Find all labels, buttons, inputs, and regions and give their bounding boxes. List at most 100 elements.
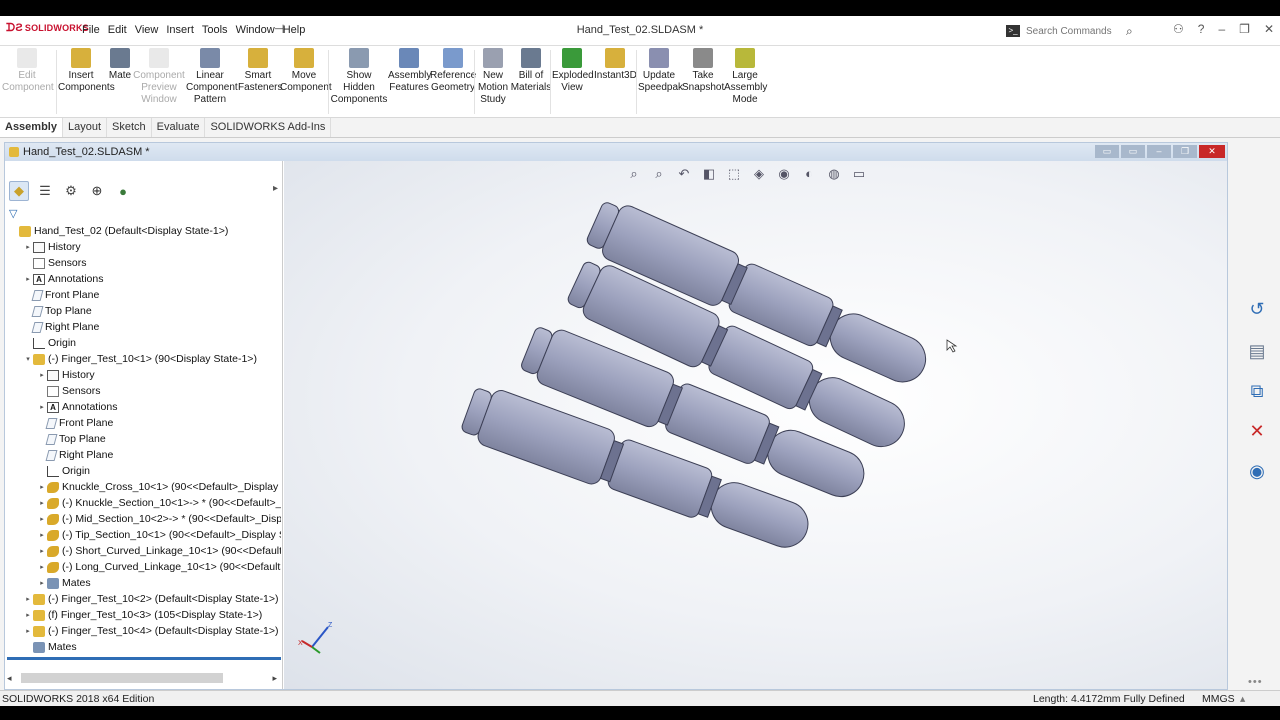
tab-evaluate[interactable]: Evaluate	[152, 118, 206, 137]
feature-manager-tab-icon[interactable]: ◆	[9, 181, 29, 201]
user-icon[interactable]: ⚇	[1173, 22, 1184, 36]
edit-component-button[interactable]: Edit Component	[2, 48, 54, 94]
sw-resources-icon[interactable]: ↺	[1246, 298, 1268, 320]
tree-item[interactable]: ▸ (-) Mid_Section_10<2>-> * (90<<Default>…	[37, 511, 281, 527]
tree-item[interactable]: ▸ (-) Knuckle_Section_10<1>-> * (90<<Defa…	[37, 495, 281, 511]
linear-pattern-button[interactable]: Linear Component Pattern	[186, 48, 238, 106]
display-manager-tab-icon[interactable]: ●	[113, 181, 133, 201]
search-input[interactable]	[1026, 25, 1126, 37]
doc-close-icon[interactable]: ✕	[1199, 145, 1225, 158]
doc-restore-icon[interactable]: ❐	[1173, 145, 1197, 158]
hand-model-view[interactable]	[284, 161, 1227, 689]
panel-horizontal-scrollbar[interactable]: ◂ ▸	[7, 671, 279, 685]
component-preview-button[interactable]: Component Preview Window	[132, 48, 186, 106]
tree-item[interactable]: ▸ (f) Finger_Test_10<3> (105<Display Stat…	[23, 607, 262, 623]
tree-item[interactable]: ▸ (-) Finger_Test_10<4> (Default<Display …	[23, 623, 278, 639]
show-hidden-button[interactable]: Show Hidden Components	[330, 48, 388, 106]
tree-item[interactable]: Sensors	[37, 383, 101, 399]
more-options-icon[interactable]: •••	[1248, 676, 1263, 688]
menu-tools[interactable]: Tools	[198, 24, 232, 36]
snapshot-button[interactable]: Take Snapshot	[682, 48, 724, 94]
panel-expand-arrow-icon[interactable]: ▸	[273, 183, 278, 194]
tree-item[interactable]: Top Plane	[23, 303, 92, 319]
tree-item[interactable]: ▸ (-) Finger_Test_10<2> (Default<Display …	[23, 591, 278, 607]
tree-item[interactable]: Front Plane	[37, 415, 113, 431]
tree-item[interactable]: ▸ A Annotations	[37, 399, 117, 415]
tree-item[interactable]: ▸ Knuckle_Cross_10<1> (90<<Default>_Displ…	[37, 479, 281, 495]
expand-caret-icon[interactable]: ▸	[37, 547, 47, 555]
appearances-icon[interactable]: ◉	[1246, 460, 1268, 482]
units-selector[interactable]: MMGS	[1202, 693, 1235, 705]
scroll-left-icon[interactable]: ◂	[7, 673, 12, 684]
tab-solidworks-add-ins[interactable]: SOLIDWORKS Add-Ins	[205, 118, 332, 137]
expand-caret-icon[interactable]: ▸	[37, 499, 47, 507]
menu-view[interactable]: View	[131, 24, 163, 36]
mid-section[interactable]	[606, 438, 714, 520]
tip-section[interactable]	[705, 476, 815, 553]
smart-fasteners-button[interactable]: Smart Fasteners	[238, 48, 282, 94]
tree-item[interactable]: Sensors	[23, 255, 87, 271]
insert-components-button[interactable]: Insert Components	[58, 48, 115, 94]
tab-assembly[interactable]: Assembly	[0, 118, 63, 137]
expand-caret-icon[interactable]: ▸	[23, 595, 33, 603]
expand-caret-icon[interactable]: ▸	[37, 563, 47, 571]
expand-caret-icon[interactable]: ▸	[37, 371, 47, 379]
tree-item[interactable]: Right Plane	[23, 319, 99, 335]
file-explorer-icon[interactable]: ⧉	[1246, 380, 1268, 402]
expand-caret-icon[interactable]: ▸	[37, 515, 47, 523]
scroll-thumb[interactable]	[21, 673, 223, 683]
tree-item[interactable]: ▸ (-) Long_Curved_Linkage_10<1> (90<<Defa…	[37, 559, 281, 575]
menu-file[interactable]: File	[78, 24, 104, 36]
tree-item[interactable]: Top Plane	[37, 431, 106, 447]
tab-layout[interactable]: Layout	[63, 118, 108, 137]
expand-caret-icon[interactable]: ▸	[23, 275, 33, 283]
expand-caret-icon[interactable]: ▸	[37, 579, 47, 587]
search-icon[interactable]: ⌕	[1126, 24, 1133, 39]
tab-sketch[interactable]: Sketch	[107, 118, 152, 137]
tree-item[interactable]: ▸ (-) Short_Curved_Linkage_10<1> (90<<Def…	[37, 543, 281, 559]
doc-tile-icon[interactable]: ▭	[1095, 145, 1119, 158]
minimize-icon[interactable]: –	[1218, 22, 1225, 36]
tree-item[interactable]: Front Plane	[23, 287, 99, 303]
solidworks-logo[interactable]: ᗪƧ SOLIDWORKS	[6, 22, 89, 35]
pin-menu-icon[interactable]: ⊣	[274, 22, 284, 36]
doc-minimize-icon[interactable]: –	[1147, 145, 1171, 158]
tip-section[interactable]	[823, 307, 933, 390]
tree-item[interactable]: ▾ (-) Finger_Test_10<1> (90<Display State…	[23, 351, 257, 367]
mate-button[interactable]: Mate	[106, 48, 134, 82]
speedpak-button[interactable]: Update Speedpak	[638, 48, 683, 94]
expand-caret-icon[interactable]: ▸	[23, 243, 33, 251]
close-icon[interactable]: ✕	[1264, 22, 1274, 36]
tree-item[interactable]: ▸ History	[37, 367, 94, 383]
expand-caret-icon[interactable]: ▸	[37, 483, 47, 491]
tree-item[interactable]: Mates	[23, 639, 77, 653]
expand-caret-icon[interactable]: ▸	[23, 611, 33, 619]
menu-window[interactable]: Window	[232, 24, 279, 36]
view-palette-icon[interactable]: ✕	[1246, 420, 1268, 442]
dimxpert-manager-tab-icon[interactable]: ⊕	[87, 181, 107, 201]
tree-item[interactable]: ▸ History	[23, 239, 80, 255]
units-arrow-icon[interactable]: ▴	[1240, 693, 1245, 705]
large-assembly-button[interactable]: Large Assembly Mode	[724, 48, 767, 106]
instant3d-button[interactable]: Instant3D	[594, 48, 637, 82]
design-library-icon[interactable]: ▤	[1246, 340, 1268, 362]
menu-insert[interactable]: Insert	[162, 24, 198, 36]
exploded-view-button[interactable]: Exploded View	[552, 48, 594, 94]
tree-item[interactable]: ▸ (-) Tip_Section_10<1> (90<<Default>_Dis…	[37, 527, 281, 543]
expand-caret-icon[interactable]: ▸	[37, 403, 47, 411]
tree-item[interactable]: Right Plane	[37, 447, 113, 463]
help-icon[interactable]: ?	[1198, 22, 1205, 36]
tree-item[interactable]: Hand_Test_02 (Default<Display State-1>)	[9, 223, 228, 239]
configuration-manager-tab-icon[interactable]: ⚙	[61, 181, 81, 201]
expand-caret-icon[interactable]: ▾	[23, 355, 33, 363]
tree-item[interactable]: ▸ A Annotations	[23, 271, 103, 287]
assembly-features-button[interactable]: Assembly Features	[388, 48, 431, 94]
bom-button[interactable]: Bill of Materials	[510, 48, 552, 94]
expand-caret-icon[interactable]: ▸	[37, 531, 47, 539]
tree-item[interactable]: Origin	[37, 463, 90, 479]
motion-study-button[interactable]: New Motion Study	[478, 48, 508, 106]
expand-caret-icon[interactable]: ▸	[23, 627, 33, 635]
tree-item[interactable]: ▸ Mates	[37, 575, 90, 591]
menu-edit[interactable]: Edit	[104, 24, 131, 36]
reference-geometry-button[interactable]: Reference Geometry	[430, 48, 476, 94]
